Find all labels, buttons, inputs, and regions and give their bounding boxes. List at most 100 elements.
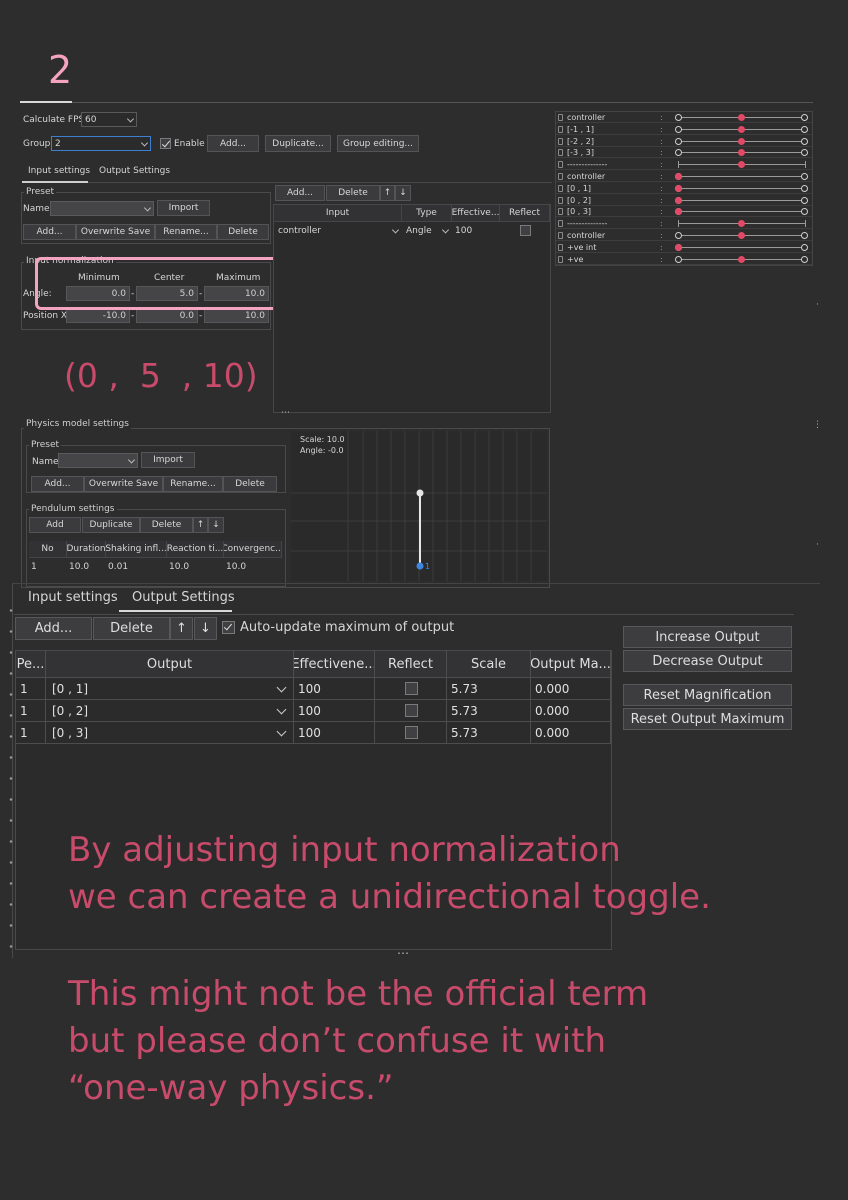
parameter-value-dot[interactable] (674, 243, 682, 251)
group-duplicate-button[interactable]: Duplicate... (265, 135, 331, 152)
reset-magnification-button[interactable]: Reset Magnification (623, 684, 792, 706)
output-row-output-select[interactable]: [0 , 3] (46, 722, 294, 744)
output-header-scale[interactable]: Scale (447, 651, 531, 678)
keyform-min-dot[interactable] (675, 114, 682, 121)
preset-import-button[interactable]: Import (157, 200, 210, 216)
physics-delete-button[interactable]: Delete (223, 476, 277, 492)
scrollbar-handle[interactable]: ⋮ (813, 420, 822, 430)
physics-rename-button[interactable]: Rename... (163, 476, 223, 492)
pendulum-down-button[interactable]: ↓ (208, 517, 224, 533)
preset-delete-button[interactable]: Delete (217, 224, 269, 240)
reflect-checkbox[interactable] (405, 682, 418, 695)
input-add-button[interactable]: Add... (275, 185, 325, 201)
output-header-output[interactable]: Output (46, 651, 294, 678)
output-table-resize-handle[interactable]: ⋯ (397, 946, 409, 960)
keyform-max-dot[interactable] (801, 243, 808, 251)
pendulum-header-shaking[interactable]: Shaking infl... (106, 541, 167, 558)
keyform-max-dot[interactable] (801, 184, 808, 192)
norm-posx-minimum[interactable]: -10.0 (66, 308, 130, 323)
enable-checkbox[interactable] (160, 138, 171, 149)
parameter-row[interactable]: [0 , 3]: (556, 206, 812, 218)
output-row-pe[interactable]: 1 (16, 700, 46, 722)
reflect-checkbox[interactable] (405, 704, 418, 717)
pendulum-row-shaking[interactable]: 0.01 (108, 560, 128, 574)
input-up-button[interactable]: ↑ (380, 185, 395, 201)
increase-output-button[interactable]: Increase Output (623, 626, 792, 648)
physics-overwrite-button[interactable]: Overwrite Save (84, 476, 163, 492)
output-row-effectiveness[interactable]: 100 (294, 700, 375, 722)
lock-icon[interactable] (558, 149, 563, 157)
output-header-output-max[interactable]: Output Ma... (531, 651, 611, 678)
parameter-slider-track[interactable] (678, 187, 805, 189)
input-row-type-select[interactable]: Angle (403, 223, 451, 238)
output-row-scale[interactable]: 5.73 (447, 700, 531, 722)
norm-posx-center[interactable]: 0.0 (136, 308, 198, 323)
output-down-button[interactable]: ↓ (194, 617, 217, 640)
lock-icon[interactable] (558, 232, 563, 239)
lock-icon[interactable] (558, 125, 563, 133)
group-editing-button[interactable]: Group editing... (337, 135, 419, 152)
pendulum-up-button[interactable]: ↑ (193, 517, 208, 533)
pendulum-row-reaction[interactable]: 10.0 (169, 560, 189, 574)
output-row-output-select[interactable]: [0 , 1] (46, 678, 294, 700)
output-row-output-max[interactable]: 0.000 (531, 722, 611, 744)
parameter-value-dot[interactable] (674, 208, 682, 216)
parameter-value-dot[interactable] (674, 173, 682, 180)
output-row-output-max[interactable]: 0.000 (531, 700, 611, 722)
norm-posx-maximum[interactable]: 10.0 (204, 308, 269, 323)
output-header-reflect[interactable]: Reflect (375, 651, 447, 678)
preset-rename-button[interactable]: Rename... (155, 224, 217, 240)
lock-icon[interactable] (558, 173, 563, 180)
parameter-row[interactable]: controller: (556, 230, 812, 241)
reflect-checkbox[interactable] (405, 726, 418, 739)
parameter-value-dot[interactable] (738, 255, 745, 263)
input-header-input[interactable]: Input (274, 205, 402, 222)
parameter-row[interactable]: [-2 , 2]: (556, 136, 812, 147)
preset-add-button[interactable]: Add... (23, 224, 76, 240)
input-row-input-select[interactable]: controller (275, 223, 401, 238)
pendulum-row-duration[interactable]: 10.0 (69, 560, 89, 574)
parameter-value-dot[interactable] (674, 184, 682, 192)
group-select[interactable]: 2 (51, 136, 151, 151)
pendulum-row-no[interactable]: 1 (31, 560, 37, 574)
input-row-effectiveness[interactable]: 100 (455, 223, 472, 238)
output-row-reflect[interactable] (375, 700, 447, 722)
pendulum-row-convergence[interactable]: 10.0 (226, 560, 246, 574)
input-down-button[interactable]: ↓ (395, 185, 411, 201)
output-row-effectiveness[interactable]: 100 (294, 722, 375, 744)
keyform-max-dot[interactable] (801, 173, 808, 180)
parameter-value-dot[interactable] (738, 125, 745, 133)
reset-output-maximum-button[interactable]: Reset Output Maximum (623, 708, 792, 730)
input-header-effectiveness[interactable]: Effective... (452, 205, 500, 222)
physics-name-select[interactable] (58, 453, 138, 468)
parameter-slider-track[interactable] (678, 246, 805, 248)
output-row-scale[interactable]: 5.73 (447, 678, 531, 700)
preset-name-select[interactable] (50, 201, 154, 216)
keyform-min-dot[interactable] (675, 137, 682, 145)
tab-input-settings[interactable]: Input settings (28, 166, 90, 176)
parameter-value-dot[interactable] (738, 149, 745, 157)
physics-add-button[interactable]: Add... (31, 476, 84, 492)
input-delete-button[interactable]: Delete (326, 185, 380, 201)
output-tab-output-settings[interactable]: Output Settings (132, 590, 235, 605)
keyform-max-dot[interactable] (801, 114, 808, 121)
tab-output-settings[interactable]: Output Settings (99, 166, 170, 176)
parameter-row[interactable]: [0 , 2]: (556, 195, 812, 206)
output-row-reflect[interactable] (375, 678, 447, 700)
pendulum-header-duration[interactable]: Duration (67, 541, 106, 558)
resize-handle[interactable]: ⋯ (281, 408, 290, 418)
pendulum-delete-button[interactable]: Delete (140, 517, 193, 533)
parameter-value-dot[interactable] (738, 220, 745, 228)
output-header-effectiveness[interactable]: Effectivene... (294, 651, 375, 678)
lock-icon[interactable] (558, 220, 563, 228)
input-row-reflect-checkbox[interactable] (520, 225, 531, 236)
preset-overwrite-button[interactable]: Overwrite Save (76, 224, 155, 240)
parameter-slider-track[interactable] (678, 176, 805, 177)
keyform-min-dot[interactable] (675, 125, 682, 133)
keyform-min-dot[interactable] (675, 255, 682, 263)
keyform-max-dot[interactable] (801, 149, 808, 157)
parameter-row[interactable]: controller: (556, 112, 812, 123)
parameter-value-dot[interactable] (674, 196, 682, 204)
parameter-row[interactable]: +ve int: (556, 242, 812, 253)
fps-select[interactable]: 60 (81, 112, 137, 127)
